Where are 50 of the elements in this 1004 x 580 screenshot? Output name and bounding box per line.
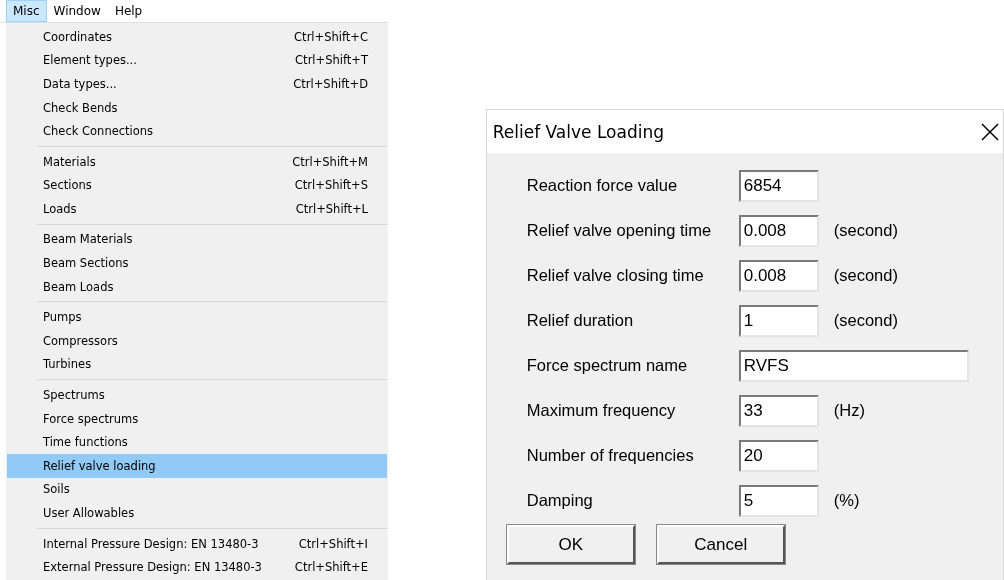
unit-label: (second) [833,266,898,285]
field-label: Reaction force value [526,176,679,195]
input-field[interactable]: 5 [738,484,819,517]
field-label: Relief valve opening time [526,221,713,240]
dialog-title: Relief Valve Loading [492,121,664,142]
field-label: Damping [526,491,594,510]
menu-item[interactable]: Coordinates Ctrl+Shift+C [7,24,387,49]
menu-item[interactable]: Spectrums [7,383,387,407]
input-field[interactable]: 0.008 [738,214,819,247]
field-label: Number of frequencies [526,446,695,465]
unit-label: (second) [833,221,898,240]
field-label: Force spectrum name [526,356,689,375]
menu-item[interactable]: Loads Ctrl+Shift+L [7,197,387,221]
menu-item[interactable]: Soils [7,477,387,502]
menu-item[interactable]: Compressors [7,329,387,353]
unit-label: (Hz) [833,401,865,420]
menu-item[interactable]: External Pressure Design: EN 13480-3 Ctrl+Shift+E [7,555,387,579]
input-field[interactable]: RVFS [738,349,969,382]
menu-item[interactable]: Relief valve loading [7,454,387,478]
close-icon[interactable] [981,122,999,141]
field-label: Maximum frequency [526,401,677,420]
menu-item[interactable]: Beam Materials [7,227,387,252]
menu-item[interactable]: Data types... Ctrl+Shift+D [7,72,387,96]
menu-bar-item[interactable]: Window [46,0,108,22]
menu-item[interactable]: Turbines [7,352,387,377]
input-field[interactable]: 20 [738,439,819,472]
menu-item[interactable]: Beam Sections [7,251,387,275]
menu-item[interactable]: Force spectrums [7,406,387,431]
input-field[interactable]: 33 [738,394,819,427]
unit-label: (%) [833,491,860,510]
menu-item[interactable]: Element types... Ctrl+Shift+T [7,48,387,73]
menu-item[interactable]: Time functions [7,430,387,455]
ok-button[interactable]: OK [506,525,635,564]
input-field[interactable]: 6854 [738,169,819,202]
cancel-button[interactable]: Cancel [656,525,785,564]
menu-bar-item[interactable]: Help [107,0,150,22]
menu-bar-item[interactable]: Misc [6,0,47,22]
menu-item[interactable]: Check Bends [7,95,387,120]
menu-item[interactable]: User Allowables [7,501,387,525]
menu-item[interactable]: Beam Loads [7,274,387,299]
input-field[interactable]: 1 [738,304,819,337]
menu-item[interactable]: Sections Ctrl+Shift+S [7,173,387,198]
menu-item[interactable]: Materials Ctrl+Shift+M [7,149,387,174]
field-label: Relief valve closing time [526,266,705,285]
unit-label: (second) [833,311,898,330]
field-label: Relief duration [526,311,635,330]
menu-item[interactable]: Internal Pressure Design: EN 13480-3 Ctrl+Shift+I [7,531,387,556]
menu-item[interactable]: Check Connections [7,119,387,143]
menu-item[interactable]: Pumps [7,305,387,330]
input-field[interactable]: 0.008 [738,259,819,292]
